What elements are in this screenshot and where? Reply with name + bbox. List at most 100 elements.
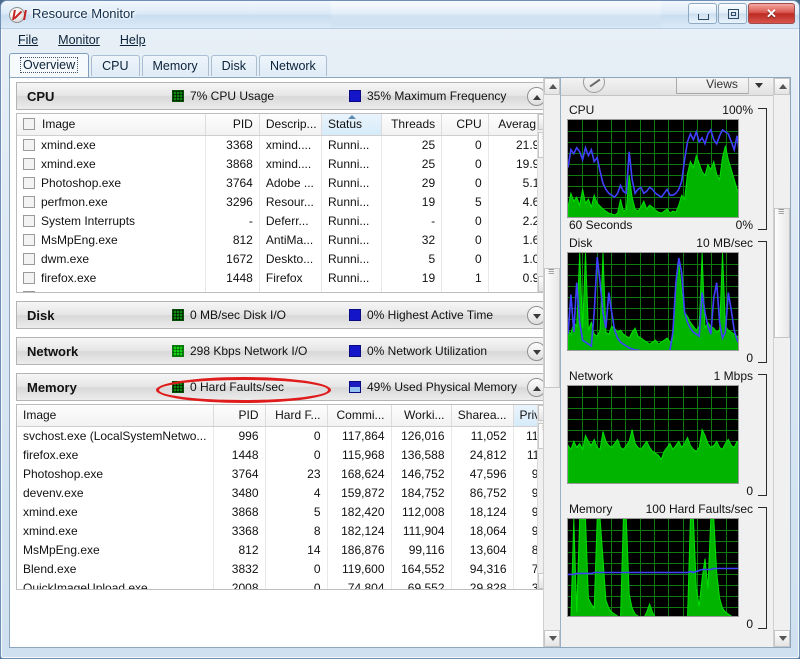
cell-hard_faults: 4 xyxy=(265,483,328,502)
cell-image: xmind.exe xyxy=(17,502,214,521)
memory-process-table: Image PID Hard F... Commi... Worki... Sh… xyxy=(16,404,554,590)
table-row[interactable]: dwm.exe 1672 Deskto... Runni... 5 0 1.08 xyxy=(17,249,553,268)
row-checkbox[interactable] xyxy=(23,233,35,246)
cell-pid: 3868 xyxy=(213,502,266,521)
views-toolbar: Views xyxy=(561,78,790,96)
left-pane-scroll-down-icon[interactable] xyxy=(544,630,560,647)
restore-icon xyxy=(728,9,739,19)
table-row[interactable]: xmind.exe 3868 xmind.... Runni... 25 0 19.94 xyxy=(17,154,553,173)
cell-threads: 25 xyxy=(381,135,443,154)
memory-col-hard-faults[interactable]: Hard F... xyxy=(265,405,328,427)
cell-hard_faults: 8 xyxy=(265,521,328,540)
cell-working: 111,904 xyxy=(391,521,452,540)
left-pane-scroll-thumb[interactable] xyxy=(544,266,560,388)
right-pane-scroll-up-icon[interactable] xyxy=(774,78,790,95)
table-row[interactable]: QuickImageUpload.exe 2008 0 74,804 69,552 29,… xyxy=(17,578,553,589)
tab-disk[interactable]: Disk xyxy=(210,55,257,76)
table-row[interactable]: xmind.exe38685182,420112,00818,12493,884 xyxy=(17,502,553,521)
row-checkbox[interactable] xyxy=(23,252,35,265)
table-row[interactable]: uTorrent.exe2640µTorrentRunni...1420.84 xyxy=(17,287,553,292)
memory-used-label: 49% Used Physical Memory xyxy=(367,380,518,394)
pencil-icon[interactable] xyxy=(583,78,605,93)
menu-help[interactable]: Help xyxy=(111,32,155,51)
menu-monitor[interactable]: Monitor xyxy=(49,32,109,51)
table-row[interactable]: xmind.exe33688182,124111,90418,06493,840 xyxy=(17,521,553,540)
table-row[interactable]: Photoshop.exe376423168,624146,75247,5969… xyxy=(17,464,553,483)
right-pane-scrollbar[interactable] xyxy=(773,78,790,647)
section-header-network[interactable]: Network 298 Kbps Network I/O 0% Network … xyxy=(16,337,554,365)
select-all-checkbox[interactable] xyxy=(23,118,35,131)
maximize-button[interactable] xyxy=(718,3,747,24)
memory-hard-faults-label: 0 Hard Faults/sec xyxy=(190,380,285,394)
network-graph-svg xyxy=(568,386,738,483)
row-checkbox[interactable] xyxy=(23,290,35,292)
row-checkbox[interactable] xyxy=(23,195,35,208)
cpu-usage-swatch-icon xyxy=(172,90,184,102)
tab-memory[interactable]: Memory xyxy=(141,55,209,76)
left-pane-scrollbar[interactable] xyxy=(543,78,560,647)
row-checkbox[interactable] xyxy=(23,157,35,170)
disk-active-swatch-icon xyxy=(349,309,361,321)
views-button[interactable]: Views xyxy=(676,78,768,94)
memory-table-body: svchost.exe (LocalSystemNetwo... 996 0 117,… xyxy=(17,426,553,589)
cpu-graph-bracket xyxy=(758,108,767,230)
cpu-col-status[interactable]: Status xyxy=(321,114,383,136)
memory-col-pid[interactable]: PID xyxy=(213,405,266,427)
cpu-col-image-label: Image xyxy=(42,117,76,132)
title-bar: Resource Monitor ✕ xyxy=(1,1,799,29)
table-row[interactable]: MsMpEng.exe81214186,87699,11613,60485,51… xyxy=(17,540,553,559)
memory-col-shareable[interactable]: Sharea... xyxy=(451,405,514,427)
cell-cpu: 0 xyxy=(441,135,489,154)
cell-pid: 3764 xyxy=(213,464,266,483)
cell-pid: - xyxy=(205,211,260,230)
table-row[interactable]: xmind.exe 3368 xmind.... Runni... 25 0 21.91 xyxy=(17,135,553,154)
cpu-table: Image PID Descrip... Status Threads CPU … xyxy=(17,114,553,292)
cell-shareable: 24,812 xyxy=(451,445,514,464)
cpu-frequency-metric: 35% Maximum Frequency xyxy=(349,89,506,103)
cell-image: perfmon.exe xyxy=(17,192,206,211)
left-pane-scroll-up-icon[interactable] xyxy=(544,78,560,95)
cell-shareable: 47,596 xyxy=(451,464,514,483)
tab-overview[interactable]: Overview xyxy=(9,53,90,77)
right-pane-scroll-down-icon[interactable] xyxy=(774,630,790,647)
cpu-col-image[interactable]: Image xyxy=(17,114,206,136)
table-row[interactable]: devenv.exe34804159,872184,75286,75298,00… xyxy=(17,483,553,502)
cell-pid: 3368 xyxy=(213,521,266,540)
memory-col-commit[interactable]: Commi... xyxy=(327,405,392,427)
table-row[interactable]: svchost.exe (LocalSystemNetwo... 996 0 117,… xyxy=(17,426,553,445)
cpu-col-cpu[interactable]: CPU xyxy=(441,114,489,136)
cell-image: MsMpEng.exe xyxy=(17,230,206,249)
table-row[interactable]: perfmon.exe 3296 Resour... Runni... 19 5 4.62 xyxy=(17,192,553,211)
section-header-memory[interactable]: Memory 0 Hard Faults/sec 49% Used Physic… xyxy=(16,373,554,401)
cell-shareable: 18,124 xyxy=(451,502,514,521)
memory-graph-title: Memory xyxy=(569,502,613,516)
table-row[interactable]: MsMpEng.exe 812 AntiMa... Runni... 32 0 1.67 xyxy=(17,230,553,249)
section-header-disk[interactable]: Disk 0 MB/sec Disk I/O 0% Highest Active… xyxy=(16,301,554,329)
memory-col-image[interactable]: Image xyxy=(17,405,214,427)
cell-pid: 3832 xyxy=(213,559,266,578)
minimize-button[interactable] xyxy=(688,3,717,24)
row-checkbox[interactable] xyxy=(23,138,35,151)
tab-network[interactable]: Network xyxy=(258,55,327,76)
cpu-col-description[interactable]: Descrip... xyxy=(259,114,323,136)
memory-col-working[interactable]: Worki... xyxy=(391,405,452,427)
section-header-cpu[interactable]: CPU 7% CPU Usage 35% Maximum Frequency xyxy=(16,82,554,110)
cell-cpu: 0 xyxy=(441,173,489,192)
cell-working: 146,752 xyxy=(391,464,452,483)
table-row[interactable]: firefox.exe 1448 Firefox Runni... 19 1 0.99 xyxy=(17,268,553,287)
cpu-col-threads[interactable]: Threads xyxy=(381,114,443,136)
table-row[interactable]: firefox.exe14480115,968136,58824,812111,… xyxy=(17,445,553,464)
row-checkbox[interactable] xyxy=(23,271,35,284)
table-row[interactable]: Photoshop.exe 3764 Adobe ... Runni... 29 0 5.1… xyxy=(17,173,553,192)
chevron-down-icon[interactable] xyxy=(748,78,768,94)
table-row[interactable]: System Interrupts - Deferr... Runni... -0 2.2… xyxy=(17,211,553,230)
row-checkbox[interactable] xyxy=(23,176,35,189)
tab-cpu[interactable]: CPU xyxy=(91,55,140,76)
close-button[interactable]: ✕ xyxy=(748,3,795,24)
menu-file[interactable]: File xyxy=(9,32,47,51)
row-checkbox[interactable] xyxy=(23,214,35,227)
table-row[interactable]: Blend.exe38320119,600164,55294,31670,236 xyxy=(17,559,553,578)
cpu-col-pid[interactable]: PID xyxy=(205,114,260,136)
memory-hard-faults-metric: 0 Hard Faults/sec xyxy=(172,380,284,394)
right-pane-scroll-thumb[interactable] xyxy=(774,206,790,338)
